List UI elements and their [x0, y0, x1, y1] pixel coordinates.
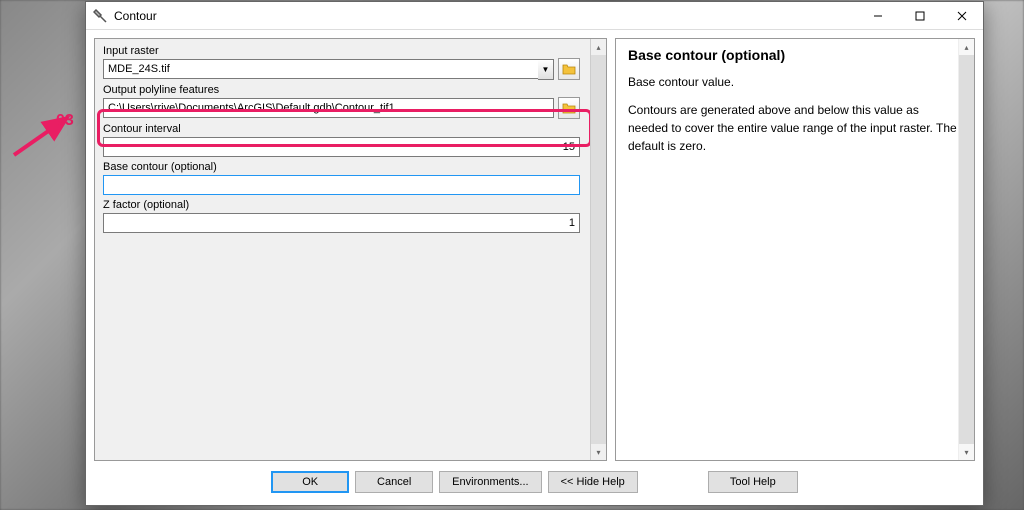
base-contour-label: Base contour (optional) [103, 161, 580, 173]
environments-button[interactable]: Environments... [439, 471, 541, 493]
hammer-icon [92, 8, 108, 24]
help-paragraph: Contours are generated above and below t… [628, 101, 962, 155]
close-button[interactable] [941, 2, 983, 30]
input-raster-dropdown[interactable]: ▼ [538, 59, 554, 80]
titlebar[interactable]: Contour [86, 2, 983, 30]
base-contour-field[interactable] [103, 175, 580, 195]
minimize-button[interactable] [857, 2, 899, 30]
scroll-down-icon[interactable]: ▾ [959, 444, 974, 460]
help-paragraph: Base contour value. [628, 73, 962, 91]
tool-help-button[interactable]: Tool Help [708, 471, 798, 493]
input-raster-field[interactable] [103, 59, 538, 79]
button-bar: OK Cancel Environments... << Hide Help T… [86, 461, 983, 505]
scroll-thumb[interactable] [959, 55, 974, 444]
parameters-panel: Input raster ▼ Output polyline features [94, 38, 607, 461]
ok-button[interactable]: OK [271, 471, 349, 493]
help-scrollbar[interactable]: ▴ ▾ [958, 39, 974, 460]
z-factor-field[interactable] [103, 213, 580, 233]
scroll-down-icon[interactable]: ▾ [591, 444, 606, 460]
cancel-button[interactable]: Cancel [355, 471, 433, 493]
help-panel: Base contour (optional) Base contour val… [615, 38, 975, 461]
z-factor-label: Z factor (optional) [103, 199, 580, 211]
maximize-button[interactable] [899, 2, 941, 30]
left-scrollbar[interactable]: ▴ ▾ [590, 39, 606, 460]
help-title: Base contour (optional) [628, 47, 962, 63]
output-polyline-label: Output polyline features [103, 84, 580, 96]
scroll-up-icon[interactable]: ▴ [591, 39, 606, 55]
contour-interval-field[interactable] [103, 137, 580, 157]
scroll-up-icon[interactable]: ▴ [959, 39, 974, 55]
browse-input-raster-button[interactable] [558, 58, 580, 80]
contour-dialog: Contour Input raster ▼ [85, 1, 984, 506]
scroll-thumb[interactable] [591, 55, 606, 444]
browse-output-button[interactable] [558, 97, 580, 119]
hide-help-button[interactable]: << Hide Help [548, 471, 638, 493]
input-raster-label: Input raster [103, 45, 580, 57]
window-title: Contour [114, 9, 157, 23]
output-polyline-field[interactable] [103, 98, 554, 118]
contour-interval-label: Contour interval [103, 123, 580, 135]
